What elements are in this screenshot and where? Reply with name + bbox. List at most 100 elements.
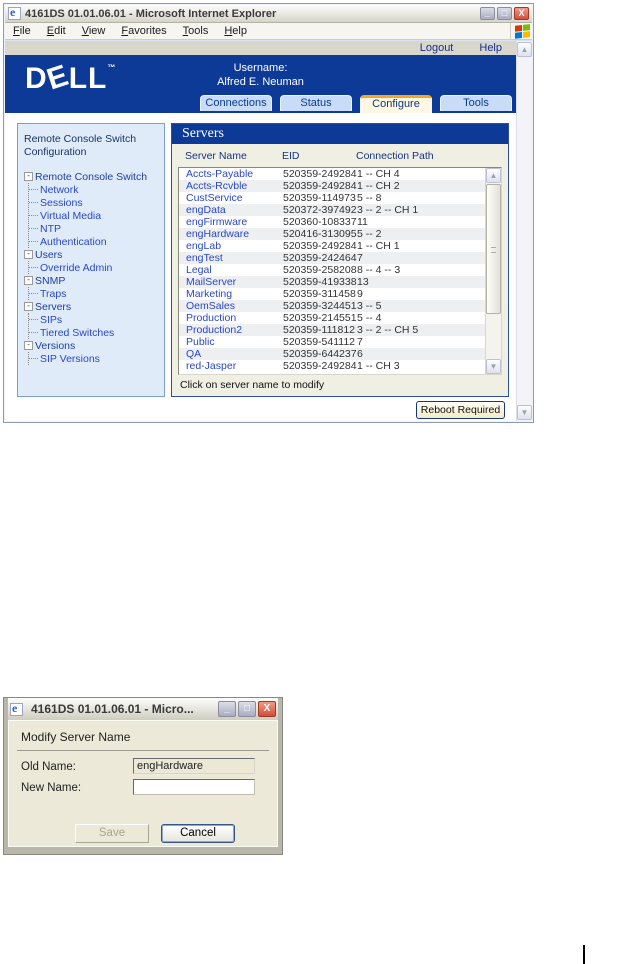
table-scrollbar[interactable]: ▲ ▼ bbox=[485, 168, 501, 374]
logout-link[interactable]: Logout bbox=[420, 42, 454, 54]
tab-configure[interactable]: Configure bbox=[360, 95, 432, 113]
table-scroll-thumb[interactable] bbox=[486, 184, 501, 314]
column-header-connection-path: Connection Path bbox=[356, 150, 434, 162]
save-button: Save bbox=[75, 824, 149, 843]
new-name-input[interactable] bbox=[133, 779, 255, 795]
server-name-link[interactable]: QA bbox=[186, 348, 283, 360]
table-row: Production 520359-214551 5 -- 4 bbox=[179, 312, 485, 324]
help-link[interactable]: Help bbox=[479, 42, 502, 54]
menu-edit[interactable]: Edit bbox=[39, 25, 74, 37]
tree-leaf-label: Network bbox=[40, 183, 79, 196]
server-name-link[interactable]: engLab bbox=[186, 240, 283, 252]
close-button[interactable]: X bbox=[514, 7, 529, 20]
tree-node-versions[interactable]: - Versions bbox=[24, 339, 158, 352]
eid-value: 520359-324451 bbox=[283, 300, 357, 312]
server-name-link[interactable]: Accts-Rcvble bbox=[186, 180, 283, 192]
server-name-link[interactable]: engHardware bbox=[186, 228, 283, 240]
reboot-required-button[interactable]: Reboot Required bbox=[416, 401, 505, 419]
server-name-link[interactable]: CustService bbox=[186, 192, 283, 204]
tree-node-servers[interactable]: - Servers bbox=[24, 300, 158, 313]
menu-favorites[interactable]: Favorites bbox=[113, 25, 174, 37]
dialog-title: 4161DS 01.01.06.01 - Micro... bbox=[31, 702, 194, 716]
tree-branch-line bbox=[29, 332, 38, 333]
tree-expander-icon[interactable]: - bbox=[24, 172, 33, 181]
tree-branch-line bbox=[29, 293, 38, 294]
tree-leaf-override-admin[interactable]: Override Admin bbox=[29, 261, 158, 274]
tree-leaf-ntp[interactable]: NTP bbox=[29, 222, 158, 235]
eid-value: 520359-111812 bbox=[283, 324, 356, 336]
tree-expander-icon[interactable]: - bbox=[24, 302, 33, 311]
new-name-label: New Name: bbox=[21, 782, 82, 794]
server-name-link[interactable]: Public bbox=[186, 336, 283, 348]
server-name-link[interactable]: OemSales bbox=[186, 300, 283, 312]
connection-path-value: 1 -- CH 3 bbox=[357, 360, 400, 372]
tree-expander-icon[interactable]: - bbox=[24, 276, 33, 285]
dialog-maximize-button[interactable]: □ bbox=[238, 701, 256, 717]
table-row: OemSales 520359-324451 3 -- 5 bbox=[179, 300, 485, 312]
scroll-up-button[interactable]: ▲ bbox=[517, 42, 532, 57]
dialog-close-button[interactable]: X bbox=[258, 701, 276, 717]
server-name-link[interactable]: red-Jasper bbox=[186, 360, 283, 372]
tree-leaf-label: SIPs bbox=[40, 313, 63, 326]
eid-value: 520359-249284 bbox=[283, 180, 357, 192]
menu-tools[interactable]: Tools bbox=[175, 25, 217, 37]
tree-node-users[interactable]: - Users bbox=[24, 248, 158, 261]
tree-leaf-authentication[interactable]: Authentication bbox=[29, 235, 158, 248]
tree-node-remote-console-switch[interactable]: - Remote Console Switch bbox=[24, 170, 158, 183]
tree-branch-line bbox=[29, 189, 38, 190]
connection-path-value: 5 -- 4 bbox=[357, 312, 382, 324]
server-name-link[interactable]: MailServer bbox=[186, 276, 283, 288]
tree-leaf-label: Sessions bbox=[40, 196, 83, 209]
maximize-button[interactable]: □ bbox=[497, 7, 512, 20]
scroll-down-button[interactable]: ▼ bbox=[517, 405, 532, 420]
tree-node-label: Remote Console Switch bbox=[35, 170, 148, 183]
menu-view[interactable]: View bbox=[74, 25, 114, 37]
tree-branch-line bbox=[29, 358, 38, 359]
dialog-minimize-button[interactable]: _ bbox=[218, 701, 236, 717]
server-name-link[interactable]: engData bbox=[186, 204, 283, 216]
tree-leaf-sips[interactable]: SIPs bbox=[29, 313, 158, 326]
server-name-link[interactable]: Production bbox=[186, 312, 283, 324]
table-scroll-up-button[interactable]: ▲ bbox=[486, 168, 501, 183]
tree-leaf-virtual-media[interactable]: Virtual Media bbox=[29, 209, 158, 222]
page-scrollbar[interactable]: ▲ ▼ bbox=[516, 41, 532, 421]
minimize-button[interactable]: _ bbox=[480, 7, 495, 20]
eid-value: 520359-114973 bbox=[283, 192, 356, 204]
menu-file[interactable]: File bbox=[5, 25, 39, 37]
tab-tools[interactable]: Tools bbox=[440, 95, 512, 111]
server-name-link[interactable]: engFirmware bbox=[186, 216, 283, 228]
connection-path-value: 5 -- 2 bbox=[357, 228, 382, 240]
tree-node-snmp[interactable]: - SNMP bbox=[24, 274, 158, 287]
tree-leaf-sip-versions[interactable]: SIP Versions bbox=[29, 352, 158, 365]
eid-value: 520359-214551 bbox=[283, 312, 357, 324]
windows-flag-icon bbox=[510, 22, 532, 40]
table-row: engFirmware 520360-108337 11 bbox=[179, 216, 485, 228]
tree-leaf-network[interactable]: Network bbox=[29, 183, 158, 196]
username-label: Username: bbox=[233, 62, 288, 74]
connection-path-value: 1 -- CH 1 bbox=[357, 240, 400, 252]
menu-help[interactable]: Help bbox=[216, 25, 255, 37]
connection-path-value: 8 -- 4 -- 3 bbox=[357, 264, 401, 276]
tree-leaf-sessions[interactable]: Sessions bbox=[29, 196, 158, 209]
table-column-headers: Server Name EID Connection Path bbox=[172, 144, 508, 167]
titlebar: 4161DS 01.01.06.01 - Microsoft Internet … bbox=[5, 5, 532, 23]
connection-path-value: 5 -- 8 bbox=[357, 192, 382, 204]
tab-status[interactable]: Status bbox=[280, 95, 352, 111]
tree-leaf-label: Virtual Media bbox=[40, 209, 102, 222]
web-page: Logout Help DELL™ Username: Alfred E. Ne… bbox=[5, 41, 516, 421]
tree-expander-icon[interactable]: - bbox=[24, 341, 33, 350]
cancel-button[interactable]: Cancel bbox=[161, 824, 235, 843]
tree-leaf-tiered-switches[interactable]: Tiered Switches bbox=[29, 326, 158, 339]
table-scroll-down-button[interactable]: ▼ bbox=[486, 359, 501, 374]
eid-value: 520359-644237 bbox=[283, 348, 357, 360]
tree-node-label: SNMP bbox=[35, 274, 66, 287]
tab-connections[interactable]: Connections bbox=[200, 95, 272, 111]
tree-branch-line bbox=[29, 202, 38, 203]
server-name-link[interactable]: Legal bbox=[186, 264, 283, 276]
tree-expander-icon[interactable]: - bbox=[24, 250, 33, 259]
server-name-link[interactable]: Marketing bbox=[186, 288, 283, 300]
tree-leaf-traps[interactable]: Traps bbox=[29, 287, 158, 300]
server-name-link[interactable]: Accts-Payable bbox=[186, 168, 283, 180]
server-name-link[interactable]: Production2 bbox=[186, 324, 283, 336]
server-name-link[interactable]: engTest bbox=[186, 252, 283, 264]
